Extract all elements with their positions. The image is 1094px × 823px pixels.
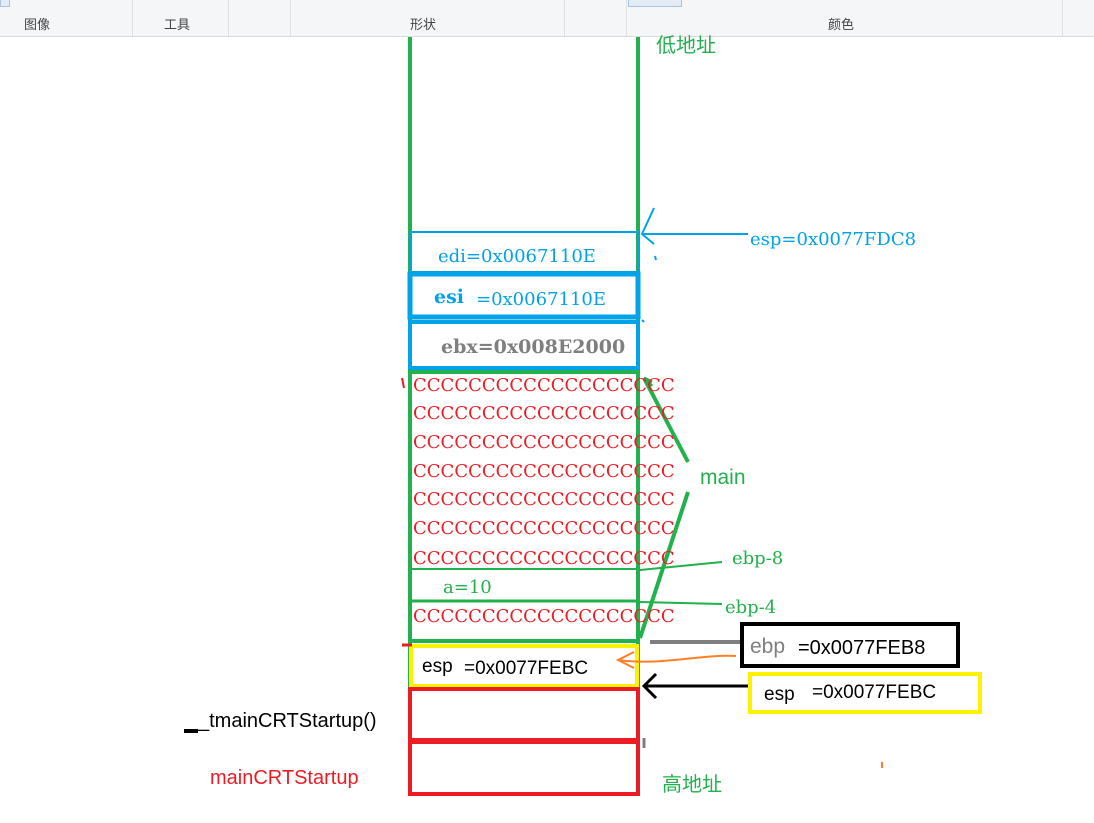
maincrtstartup-label: mainCRTStartup xyxy=(210,767,359,789)
fill-row: CCCCCCCCCCCCCCCCCCC xyxy=(413,489,675,510)
fill-row: CCCCCCCCCCCCCCCCCCC xyxy=(413,432,675,453)
fill-row: CCCCCCCCCCCCCCCCCCC xyxy=(413,375,675,396)
esp-box-prefix: esp xyxy=(764,684,795,705)
saved-esp-value: =0x0077FEBC xyxy=(464,658,588,679)
low-address-label: 低地址 xyxy=(656,34,716,57)
fill-row: CCCCCCCCCCCCCCCCCCC xyxy=(413,461,675,482)
fill-row: CCCCCCCCCCCCCCCCCCC xyxy=(413,518,675,539)
fill-row: CCCCCCCCCCCCCCCCCCC xyxy=(413,548,675,569)
main-label: main xyxy=(700,466,746,489)
stack-diagram: 低地址 高地址 esp=0x0077FDC8 edi=0x0067110E es… xyxy=(184,34,982,796)
ebp-minus4-label: ebp-4 xyxy=(725,597,776,618)
esp-top-arrow-head xyxy=(640,207,655,245)
blue-mark xyxy=(641,319,645,323)
saved-esp-prefix: esp xyxy=(422,656,453,677)
esi-value: =0x0067110E xyxy=(476,289,606,310)
esp-top-label: esp=0x0077FDC8 xyxy=(750,229,916,250)
ebp-minus8-label: ebp-8 xyxy=(732,548,783,569)
blue-mark xyxy=(654,255,657,261)
high-address-label: 高地址 xyxy=(662,773,722,796)
ebp-box-prefix: ebp xyxy=(750,635,785,658)
fill-row: CCCCCCCCCCCCCCCCCCC xyxy=(413,403,675,424)
tmaincrtstartup-label: _tmainCRTStartup() xyxy=(197,710,377,732)
edi-value: edi=0x0067110E xyxy=(438,246,596,267)
ebp-box-value: =0x0077FEB8 xyxy=(798,637,925,659)
esi-prefix: esi xyxy=(434,286,464,308)
frame-tmaincrtstartup xyxy=(408,687,640,742)
esp-box-value: =0x0077FEBC xyxy=(812,682,936,703)
var-a-value: a=10 xyxy=(443,577,492,598)
fill-row-last: CCCCCCCCCCCCCCCCCCC xyxy=(413,606,675,627)
frame-maincrtstartup xyxy=(408,740,640,796)
red-mark xyxy=(401,377,405,389)
ebx-value: ebx=0x008E2000 xyxy=(441,336,625,358)
